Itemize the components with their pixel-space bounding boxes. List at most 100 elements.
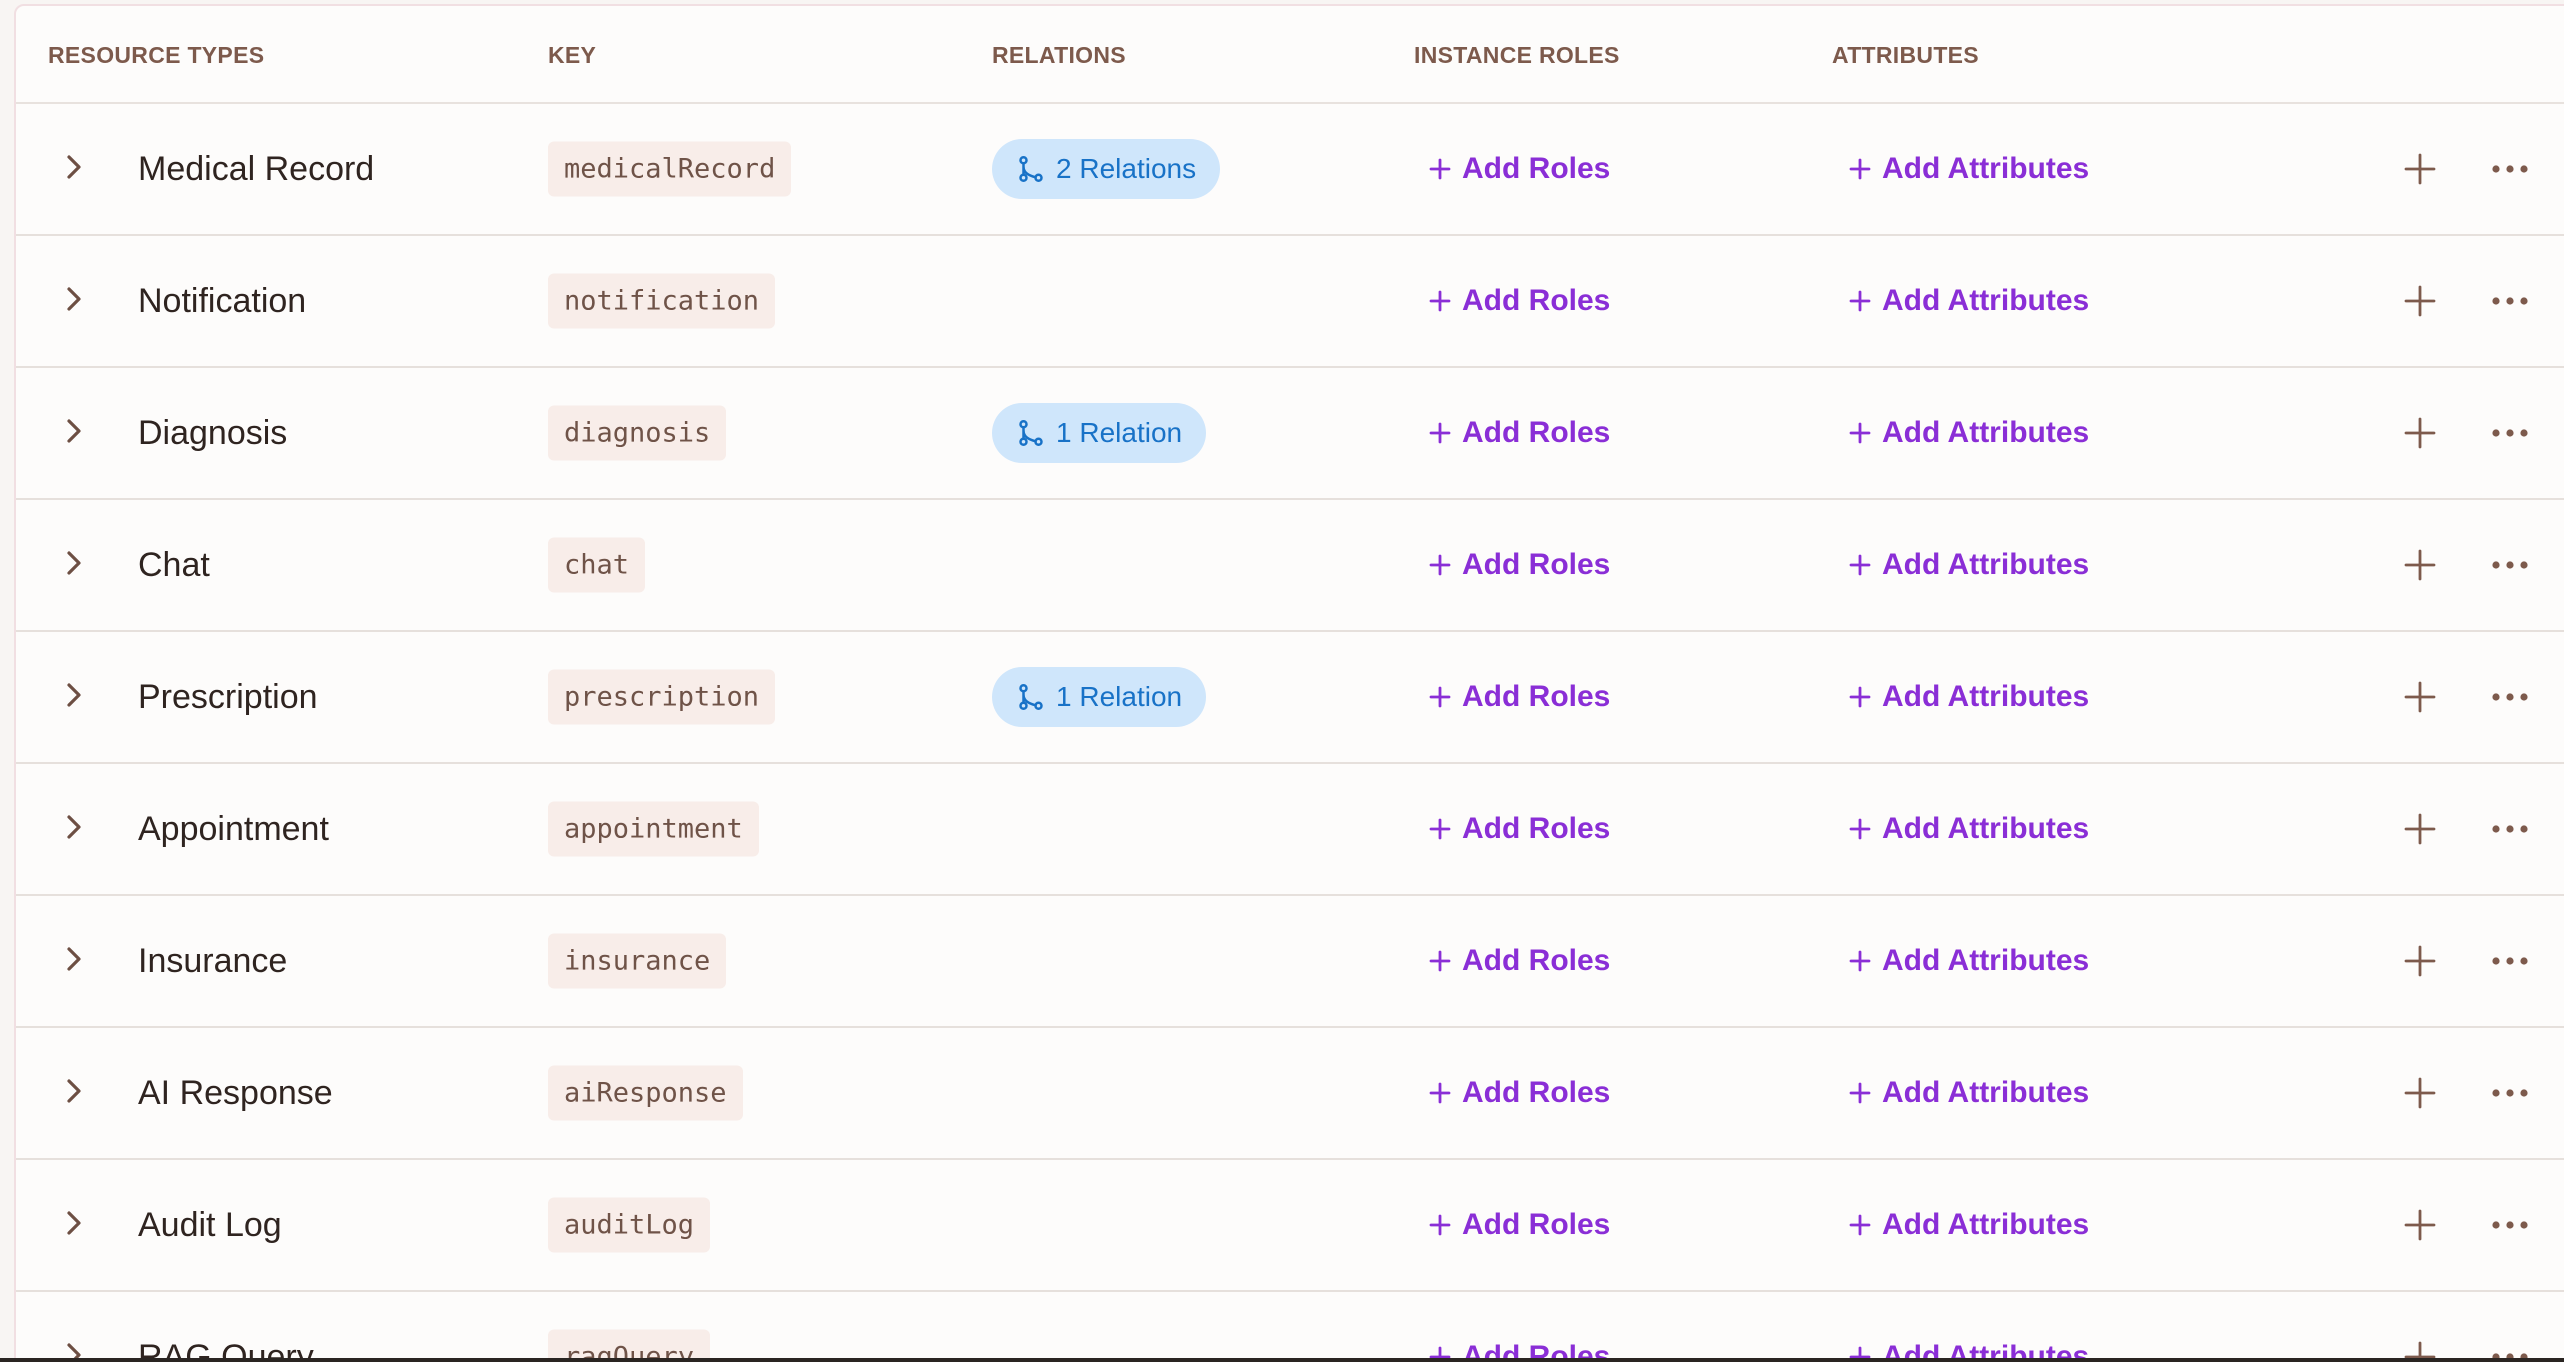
resource-name: Notification xyxy=(138,282,307,320)
plus-icon xyxy=(1849,554,1871,576)
add-roles-button[interactable]: Add Roles xyxy=(1428,416,1610,450)
add-attributes-label: Add Attributes xyxy=(1882,812,2090,845)
resource-name: RAG Query xyxy=(138,1338,314,1358)
add-roles-label: Add Roles xyxy=(1462,548,1611,581)
plus-icon xyxy=(1849,686,1871,708)
add-roles-button[interactable]: Add Roles xyxy=(1428,284,1610,318)
chevron-right-icon[interactable] xyxy=(64,416,84,446)
add-child-button[interactable] xyxy=(2404,945,2436,977)
add-attributes-button[interactable]: Add Attributes xyxy=(1848,1076,2089,1110)
add-roles-button[interactable]: Add Roles xyxy=(1428,812,1610,846)
add-child-button[interactable] xyxy=(2404,1341,2436,1358)
add-attributes-label: Add Attributes xyxy=(1882,548,2090,581)
more-horizontal-icon[interactable] xyxy=(2490,1219,2530,1231)
add-child-button[interactable] xyxy=(2404,549,2436,581)
add-attributes-label: Add Attributes xyxy=(1882,944,2090,977)
add-roles-button[interactable]: Add Roles xyxy=(1428,152,1610,186)
add-child-button[interactable] xyxy=(2404,1209,2436,1241)
add-attributes-button[interactable]: Add Attributes xyxy=(1848,944,2089,978)
relations-badge-label: 1 Relation xyxy=(1056,417,1183,448)
more-horizontal-icon[interactable] xyxy=(2490,691,2530,703)
resource-name: Audit Log xyxy=(138,1206,282,1244)
table-body: Medical Record medicalRecord 2 Relations… xyxy=(16,104,2564,1358)
more-horizontal-icon[interactable] xyxy=(2490,823,2530,835)
relations-badge[interactable]: 2 Relations xyxy=(992,139,1221,199)
add-child-button[interactable] xyxy=(2404,285,2436,317)
resource-key: auditLog xyxy=(548,1197,711,1253)
add-attributes-button[interactable]: Add Attributes xyxy=(1848,1208,2089,1242)
plus-icon xyxy=(1849,1346,1871,1358)
add-roles-button[interactable]: Add Roles xyxy=(1428,548,1610,582)
resource-name: Appointment xyxy=(138,810,329,848)
column-header-resource-types: RESOURCE TYPES xyxy=(48,42,265,68)
add-attributes-button[interactable]: Add Attributes xyxy=(1848,152,2089,186)
add-attributes-button[interactable]: Add Attributes xyxy=(1848,812,2089,846)
column-header-relations: RELATIONS xyxy=(992,42,1126,68)
add-child-button[interactable] xyxy=(2404,417,2436,449)
add-roles-button[interactable]: Add Roles xyxy=(1428,680,1610,714)
more-horizontal-icon[interactable] xyxy=(2490,163,2530,175)
more-horizontal-icon[interactable] xyxy=(2490,1087,2530,1099)
add-attributes-button[interactable]: Add Attributes xyxy=(1848,284,2089,318)
resource-name: AI Response xyxy=(138,1074,333,1112)
add-attributes-button[interactable]: Add Attributes xyxy=(1848,1340,2089,1358)
add-attributes-button[interactable]: Add Attributes xyxy=(1848,416,2089,450)
add-attributes-label: Add Attributes xyxy=(1882,1340,2090,1358)
more-horizontal-icon[interactable] xyxy=(2490,559,2530,571)
plus-icon xyxy=(1849,290,1871,312)
resource-key: insurance xyxy=(548,933,727,989)
add-attributes-label: Add Attributes xyxy=(1882,1076,2090,1109)
resource-name: Medical Record xyxy=(138,150,375,188)
add-child-button[interactable] xyxy=(2404,813,2436,845)
table-row: Notification notification Add Roles Add … xyxy=(16,236,2564,368)
column-header-attributes: ATTRIBUTES xyxy=(1832,42,1979,68)
more-horizontal-icon[interactable] xyxy=(2490,955,2530,967)
add-roles-button[interactable]: Add Roles xyxy=(1428,1208,1610,1242)
table-row: AI Response aiResponse Add Roles Add Att… xyxy=(16,1028,2564,1160)
table-row: Prescription prescription 1 Relation Add… xyxy=(16,632,2564,764)
plus-icon xyxy=(1429,554,1451,576)
add-attributes-button[interactable]: Add Attributes xyxy=(1848,548,2089,582)
add-child-button[interactable] xyxy=(2404,1077,2436,1109)
chevron-right-icon[interactable] xyxy=(64,1208,84,1238)
table-row: Appointment appointment Add Roles Add At… xyxy=(16,764,2564,896)
relations-badge-label: 1 Relation xyxy=(1056,681,1183,712)
more-horizontal-icon[interactable] xyxy=(2490,295,2530,307)
table-row: Diagnosis diagnosis 1 Relation Add Roles… xyxy=(16,368,2564,500)
add-attributes-button[interactable]: Add Attributes xyxy=(1848,680,2089,714)
chevron-right-icon[interactable] xyxy=(64,284,84,314)
chevron-right-icon[interactable] xyxy=(64,1340,84,1358)
chevron-right-icon[interactable] xyxy=(64,548,84,578)
more-horizontal-icon[interactable] xyxy=(2490,427,2530,439)
add-attributes-label: Add Attributes xyxy=(1882,1208,2090,1241)
add-roles-label: Add Roles xyxy=(1462,1340,1611,1358)
plus-icon xyxy=(1429,1082,1451,1104)
add-roles-button[interactable]: Add Roles xyxy=(1428,944,1610,978)
add-attributes-label: Add Attributes xyxy=(1882,284,2090,317)
resource-name: Prescription xyxy=(138,678,318,716)
add-roles-label: Add Roles xyxy=(1462,284,1611,317)
chevron-right-icon[interactable] xyxy=(64,812,84,842)
plus-icon xyxy=(1849,1082,1871,1104)
git-branch-icon xyxy=(1019,155,1043,183)
plus-icon xyxy=(1429,950,1451,972)
resource-key: medicalRecord xyxy=(548,141,792,197)
chevron-right-icon[interactable] xyxy=(64,1076,84,1106)
chevron-right-icon[interactable] xyxy=(64,152,84,182)
relations-badge[interactable]: 1 Relation xyxy=(992,667,1207,727)
add-roles-button[interactable]: Add Roles xyxy=(1428,1076,1610,1110)
plus-icon xyxy=(1429,422,1451,444)
column-header-key: KEY xyxy=(548,42,597,68)
add-roles-label: Add Roles xyxy=(1462,812,1611,845)
add-attributes-label: Add Attributes xyxy=(1882,416,2090,449)
chevron-right-icon[interactable] xyxy=(64,944,84,974)
relations-badge[interactable]: 1 Relation xyxy=(992,403,1207,463)
add-roles-button[interactable]: Add Roles xyxy=(1428,1340,1610,1358)
resource-key: appointment xyxy=(548,801,759,857)
table-row: Insurance insurance Add Roles Add Attrib… xyxy=(16,896,2564,1028)
add-child-button[interactable] xyxy=(2404,153,2436,185)
add-child-button[interactable] xyxy=(2404,681,2436,713)
more-horizontal-icon[interactable] xyxy=(2490,1351,2530,1358)
add-roles-label: Add Roles xyxy=(1462,152,1611,185)
chevron-right-icon[interactable] xyxy=(64,680,84,710)
